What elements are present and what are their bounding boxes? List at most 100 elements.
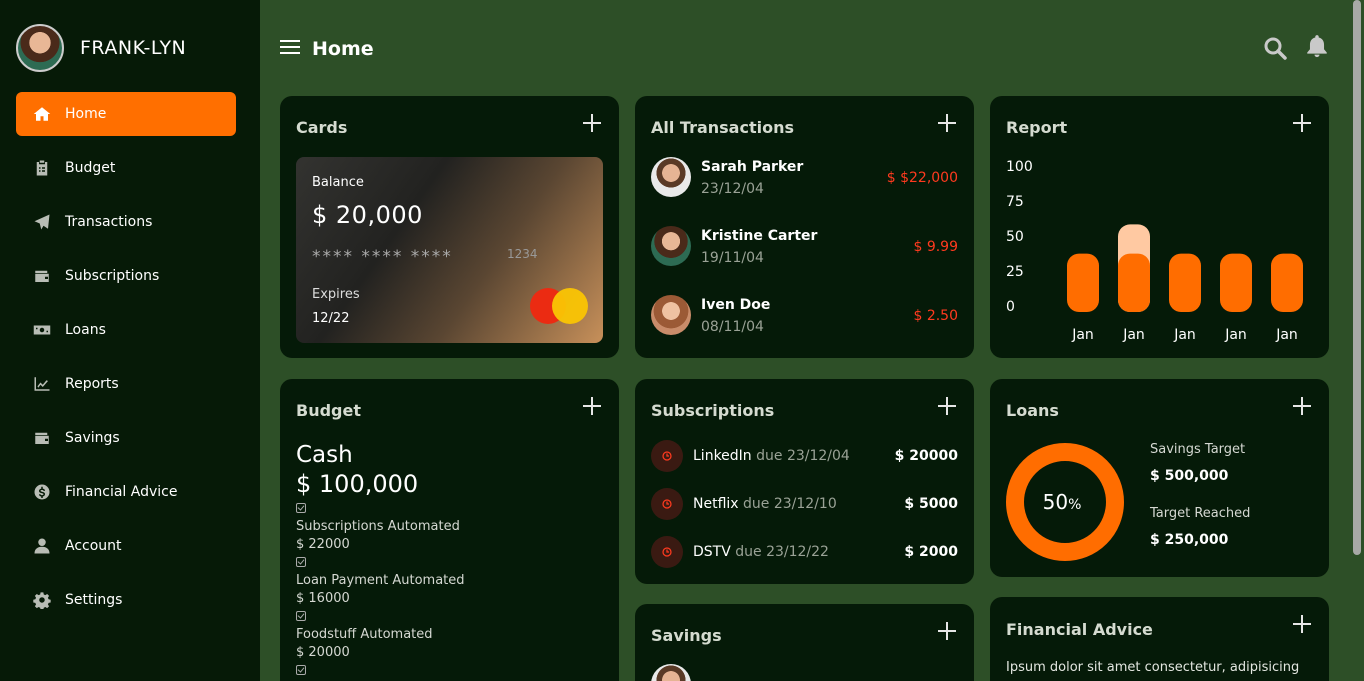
subscription-row[interactable]: LinkedIn due 23/12/04 $ 20000 <box>651 440 958 472</box>
panel-title: Financial Advice <box>1006 620 1153 639</box>
add-icon[interactable] <box>1293 397 1311 415</box>
dollar-circle-icon <box>32 482 52 502</box>
avatar <box>651 157 691 197</box>
panel-title: Loans <box>1006 401 1059 420</box>
savings-target-value: $ 500,000 <box>1150 468 1229 484</box>
cash-label: Cash <box>296 442 353 468</box>
loan-progress-donut: 50% <box>1006 443 1124 561</box>
alarm-icon <box>651 536 683 568</box>
budget-total: $ 100,000 <box>296 470 419 498</box>
panel-title: Budget <box>296 401 361 420</box>
budget-item-label: Loan Payment Automated <box>296 573 465 588</box>
bar[interactable] <box>1067 253 1099 312</box>
sidebar-item-label: Reports <box>65 376 119 392</box>
sidebar-item-label: Transactions <box>65 214 153 230</box>
check-icon[interactable] <box>296 557 306 567</box>
y-tick-label: 75 <box>1006 194 1024 210</box>
bar[interactable] <box>1220 253 1252 312</box>
subscription-due: due 23/12/04 <box>756 448 850 464</box>
check-icon[interactable] <box>296 611 306 621</box>
budget-panel: Budget Cash $ 100,000 Subscriptions Auto… <box>280 379 619 681</box>
scrollbar-thumb[interactable] <box>1353 0 1361 555</box>
sidebar-item-reports[interactable]: Reports <box>16 362 236 406</box>
user-profile[interactable]: FRANK-LYN <box>16 24 186 72</box>
paper-plane-icon <box>32 212 52 232</box>
subscription-due: due 23/12/10 <box>743 496 837 512</box>
alarm-icon <box>651 488 683 520</box>
sidebar-item-loans[interactable]: Loans <box>16 308 236 352</box>
check-icon[interactable] <box>296 503 306 513</box>
transaction-row[interactable]: Iven Doe 08/11/04 $ 2.50 <box>651 295 958 339</box>
bell-icon[interactable] <box>1304 33 1330 59</box>
savings-target-label: Savings Target <box>1150 442 1246 457</box>
report-panel: Report 100 75 50 25 0 Jan Jan Jan Jan Jan <box>990 96 1329 358</box>
transaction-name: Sarah Parker <box>701 159 804 175</box>
sidebar-item-account[interactable]: Account <box>16 524 236 568</box>
search-icon[interactable] <box>1263 36 1287 60</box>
add-icon[interactable] <box>938 397 956 415</box>
home-icon <box>32 104 52 124</box>
user-icon <box>32 536 52 556</box>
sidebar-item-financial-advice[interactable]: Financial Advice <box>16 470 236 514</box>
avatar <box>651 664 691 681</box>
subscriptions-panel: Subscriptions LinkedIn due 23/12/04 $ 20… <box>635 379 974 584</box>
add-icon[interactable] <box>1293 615 1311 633</box>
sidebar-item-budget[interactable]: Budget <box>16 146 236 190</box>
balance-amount: $ 20,000 <box>312 201 423 229</box>
masked-card-number: **** **** **** <box>312 247 453 267</box>
alarm-icon <box>651 440 683 472</box>
budget-item-amount: $ 20000 <box>296 645 350 660</box>
subscription-amount: $ 2000 <box>904 544 958 560</box>
user-name: FRANK-LYN <box>80 37 187 59</box>
add-icon[interactable] <box>938 114 956 132</box>
add-icon[interactable] <box>938 622 956 640</box>
bar[interactable] <box>1271 253 1303 312</box>
subscription-amount: $ 5000 <box>904 496 958 512</box>
sidebar-item-label: Subscriptions <box>65 268 160 284</box>
subscription-name: DSTV due 23/12/22 <box>693 544 829 560</box>
x-tick-label: Jan <box>1173 327 1196 343</box>
transaction-date: 19/11/04 <box>701 250 764 266</box>
sidebar-item-transactions[interactable]: Transactions <box>16 200 236 244</box>
check-icon[interactable] <box>296 665 306 675</box>
clipboard-icon <box>32 158 52 178</box>
transaction-row[interactable]: Sarah Parker 23/12/04 $ $22,000 <box>651 157 958 201</box>
budget-item-label: Subscriptions Automated <box>296 519 460 534</box>
financial-advice-panel: Financial Advice Ipsum dolor sit amet co… <box>990 597 1329 681</box>
avatar[interactable] <box>16 24 64 72</box>
bar[interactable] <box>1169 253 1201 312</box>
bar[interactable] <box>1118 253 1150 312</box>
transaction-amount: $ 2.50 <box>913 308 958 324</box>
subscription-title: LinkedIn <box>693 448 752 464</box>
wallet-icon <box>32 266 52 286</box>
budget-item-amount: $ 22000 <box>296 537 350 552</box>
sidebar-item-label: Savings <box>65 430 120 446</box>
report-chart: 100 75 50 25 0 Jan Jan Jan Jan Jan <box>1006 159 1303 343</box>
x-tick-label: Jan <box>1275 327 1298 343</box>
sidebar-item-label: Home <box>65 106 107 122</box>
loans-panel: Loans 50% Savings Target $ 500,000 Targe… <box>990 379 1329 577</box>
avatar <box>651 295 691 335</box>
scrollbar[interactable] <box>1350 0 1364 681</box>
sidebar-item-savings[interactable]: Savings <box>16 416 236 460</box>
budget-item-label: Foodstuff Automated <box>296 627 433 642</box>
loan-percent: 50% <box>1043 490 1082 514</box>
subscription-row[interactable]: DSTV due 23/12/22 $ 2000 <box>651 536 958 568</box>
sidebar-item-label: Financial Advice <box>65 484 178 500</box>
x-tick-label: Jan <box>1224 327 1247 343</box>
sidebar-item-home[interactable]: Home <box>16 92 236 136</box>
add-icon[interactable] <box>583 397 601 415</box>
add-icon[interactable] <box>583 114 601 132</box>
credit-card[interactable]: Balance $ 20,000 **** **** **** 1234 Exp… <box>296 157 603 343</box>
sidebar-item-subscriptions[interactable]: Subscriptions <box>16 254 236 298</box>
cards-panel: Cards Balance $ 20,000 **** **** **** 12… <box>280 96 619 358</box>
subscription-row[interactable]: Netflix due 23/12/10 $ 5000 <box>651 488 958 520</box>
sidebar-item-settings[interactable]: Settings <box>16 578 236 622</box>
transaction-amount: $ $22,000 <box>886 170 958 186</box>
menu-toggle-button[interactable] <box>280 40 300 56</box>
sidebar-nav: Home Budget Transactions Subscriptions L… <box>16 92 236 632</box>
transaction-row[interactable]: Kristine Carter 19/11/04 $ 9.99 <box>651 226 958 270</box>
card-last-four: 1234 <box>507 247 538 261</box>
avatar <box>651 226 691 266</box>
subscription-due: due 23/12/22 <box>735 544 829 560</box>
